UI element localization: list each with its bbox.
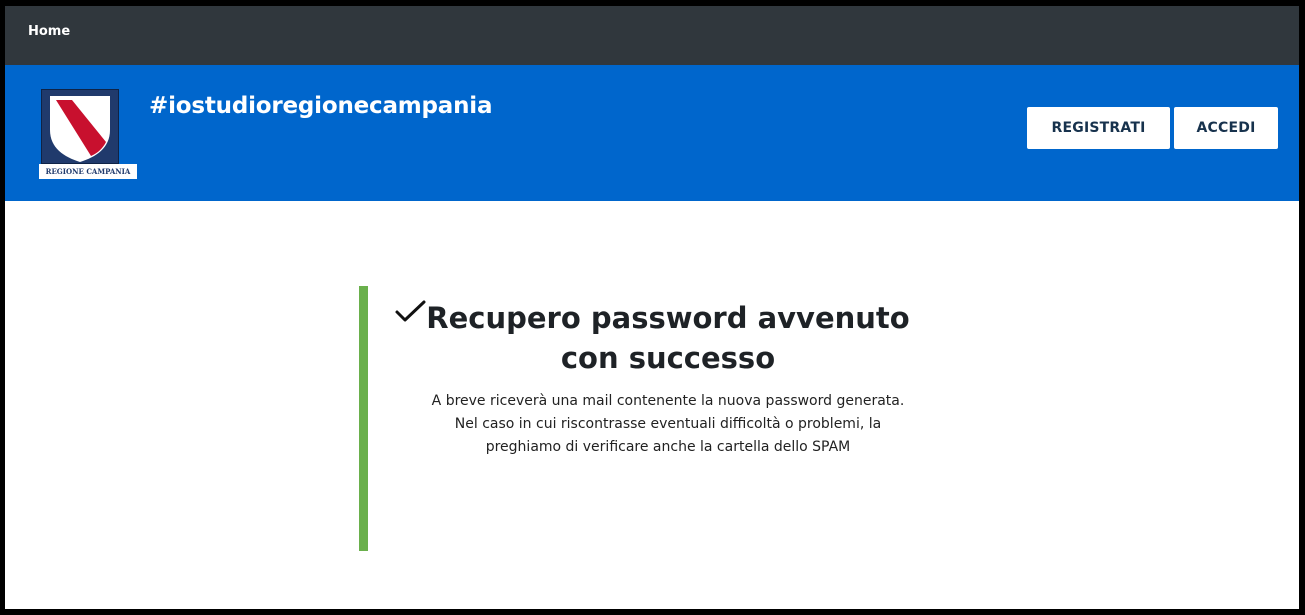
success-alert: Recupero password avvenuto con successo …: [359, 286, 968, 551]
logo-caption: REGIONE CAMPANIA: [39, 164, 137, 179]
register-button[interactable]: REGISTRATI: [1027, 107, 1170, 149]
alert-message-line-1: A breve riceverà una mail contenente la …: [431, 393, 905, 409]
top-nav-bar: Home: [5, 6, 1299, 65]
page-frame: Home REGIONE CAMPANIA #iostudioregioneca…: [5, 6, 1299, 609]
site-title[interactable]: #iostudioregionecampania: [149, 93, 493, 119]
regione-campania-logo[interactable]: REGIONE CAMPANIA: [39, 87, 137, 179]
site-header: REGIONE CAMPANIA #iostudioregionecampani…: [5, 65, 1299, 201]
login-button[interactable]: ACCEDI: [1174, 107, 1278, 149]
main-content: Recupero password avvenuto con successo …: [5, 201, 1299, 609]
home-link[interactable]: Home: [28, 24, 70, 39]
alert-title: Recupero password avvenuto con successo: [426, 301, 910, 375]
alert-message-line-2: Nel caso in cui riscontrasse eventuali d…: [454, 416, 882, 455]
coat-of-arms-icon: [41, 89, 119, 164]
alert-message: A breve riceverà una mail contenente la …: [428, 390, 908, 459]
